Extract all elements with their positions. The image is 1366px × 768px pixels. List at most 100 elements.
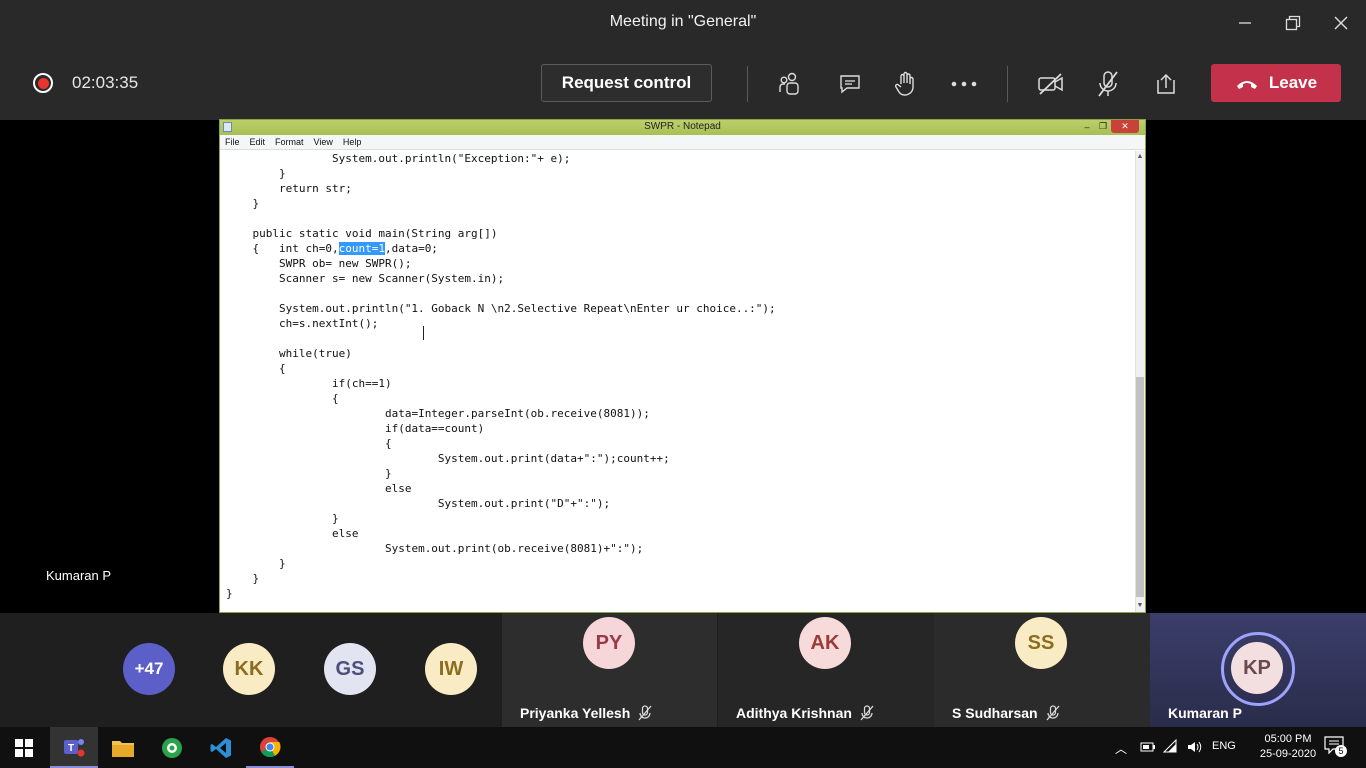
participant-name-text: Kumaran P xyxy=(1168,705,1242,721)
camera-toggle-button[interactable] xyxy=(1033,66,1069,102)
chat-button[interactable] xyxy=(832,66,868,102)
scroll-up-icon[interactable]: ▲ xyxy=(1136,153,1144,161)
scroll-down-icon[interactable]: ▼ xyxy=(1136,602,1144,610)
notepad-minimize-icon[interactable]: – xyxy=(1079,120,1095,133)
notepad-restore-icon[interactable]: ❐ xyxy=(1095,120,1111,133)
avatar: AK xyxy=(799,617,851,669)
wifi-icon xyxy=(1163,739,1177,753)
show-hidden-icons-icon[interactable]: ︿ xyxy=(1115,740,1127,757)
more-icon xyxy=(951,81,977,87)
hang-up-icon xyxy=(1236,81,1257,89)
language-indicator[interactable]: ENG xyxy=(1212,740,1236,752)
camera-off-icon xyxy=(1038,73,1063,95)
notepad-scrollbar[interactable]: ▲ ▼ xyxy=(1135,151,1145,612)
participant-name-text: Adithya Krishnan xyxy=(736,705,852,721)
taskbar-vscode[interactable] xyxy=(197,727,245,768)
menu-view[interactable]: View xyxy=(314,137,333,147)
recording-icon xyxy=(33,73,53,93)
close-icon xyxy=(1334,16,1348,30)
recorder-app-icon xyxy=(162,737,182,758)
code-text-after: ,data=0; SWPR ob= new SWPR(); Scanner s=… xyxy=(226,242,776,600)
more-participants-button[interactable]: +47 xyxy=(123,643,175,695)
avatar[interactable]: GS xyxy=(324,643,376,695)
start-button[interactable] xyxy=(0,727,48,768)
chat-icon xyxy=(840,75,860,94)
more-actions-button[interactable] xyxy=(946,66,982,102)
taskbar-camtasia[interactable] xyxy=(148,727,196,768)
avatar[interactable]: KK xyxy=(223,643,275,695)
window-title: Meeting in "General" xyxy=(609,13,757,30)
notepad-menu-bar: File Edit Format View Help xyxy=(220,135,1145,150)
avatar: KP xyxy=(1231,642,1283,694)
battery-icon xyxy=(1140,742,1155,752)
participant-name: Adithya Krishnan xyxy=(736,705,874,721)
source-code: System.out.println("Exception:"+ e); } r… xyxy=(226,151,776,601)
taskbar-file-explorer[interactable] xyxy=(99,727,147,768)
share-tray-icon xyxy=(1157,73,1175,94)
participant-name-text: S Sudharsan xyxy=(952,705,1038,721)
meeting-toolbar: 02:03:35 Request control Leave xyxy=(0,46,1366,120)
presenter-name: Kumaran P xyxy=(46,568,112,583)
menu-format[interactable]: Format xyxy=(275,137,304,147)
avatar: PY xyxy=(583,617,635,669)
leave-label: Leave xyxy=(1268,73,1318,92)
notepad-text-area[interactable]: System.out.println("Exception:"+ e); } r… xyxy=(220,151,1136,612)
title-bar: Meeting in "General" xyxy=(0,0,1366,46)
participant-tile-self[interactable]: KP Kumaran P xyxy=(1150,613,1366,727)
participant-name: Kumaran P xyxy=(1168,705,1242,721)
toolbar-divider xyxy=(747,66,748,102)
participant-strip: +47 KK GS IW PY Priyanka Yellesh AK Adit… xyxy=(0,613,1366,727)
close-button[interactable] xyxy=(1317,0,1365,46)
menu-file[interactable]: File xyxy=(225,137,240,147)
teams-icon: T xyxy=(64,738,85,756)
notification-count-badge: 5 xyxy=(1335,745,1347,757)
participant-name-text: Priyanka Yellesh xyxy=(520,705,631,721)
participant-tile[interactable]: SS S Sudharsan xyxy=(934,613,1150,727)
muted-mic-icon xyxy=(1046,705,1060,721)
menu-edit[interactable]: Edit xyxy=(250,137,266,147)
request-control-button[interactable]: Request control xyxy=(541,64,712,102)
minimize-button[interactable] xyxy=(1221,0,1269,46)
participant-name: S Sudharsan xyxy=(952,705,1060,721)
participant-tile[interactable]: PY Priyanka Yellesh xyxy=(502,613,717,727)
raise-hand-icon xyxy=(894,71,914,96)
vscode-icon xyxy=(210,737,231,758)
clock-time: 05:00 PM xyxy=(1264,733,1312,745)
leave-button[interactable]: Leave xyxy=(1211,64,1341,102)
shared-screen-notepad: SWPR - Notepad – ❐ ✕ File Edit Format Vi… xyxy=(219,119,1146,613)
share-button[interactable] xyxy=(1148,66,1184,102)
chrome-icon xyxy=(260,736,281,757)
avatar: SS xyxy=(1015,617,1067,669)
notepad-title: SWPR - Notepad xyxy=(644,121,721,132)
code-selection: count=1 xyxy=(338,242,385,255)
notepad-close-icon[interactable]: ✕ xyxy=(1111,120,1139,133)
avatar[interactable]: IW xyxy=(425,643,477,695)
restore-icon xyxy=(1285,15,1301,31)
toolbar-divider xyxy=(1007,66,1008,102)
meeting-timer: 02:03:35 xyxy=(72,73,139,92)
mic-toggle-button[interactable] xyxy=(1090,66,1126,102)
participant-tile[interactable]: AK Adithya Krishnan xyxy=(718,613,934,727)
participants-button[interactable] xyxy=(772,66,808,102)
muted-mic-icon xyxy=(638,705,652,721)
restore-button[interactable] xyxy=(1269,0,1317,46)
scroll-thumb[interactable] xyxy=(1136,377,1144,597)
text-cursor-icon xyxy=(423,326,428,340)
clock-date: 25-09-2020 xyxy=(1259,748,1317,760)
taskbar-chrome[interactable] xyxy=(246,727,294,768)
windows-taskbar: T ︿ ENG 05:00 PM 25-09-2020 5 xyxy=(0,727,1366,768)
muted-mic-icon xyxy=(860,705,874,721)
svg-text:T: T xyxy=(68,743,74,754)
system-clock[interactable]: 05:00 PM 25-09-2020 xyxy=(1252,732,1324,762)
participant-name: Priyanka Yellesh xyxy=(520,705,652,721)
action-center-button[interactable]: 5 xyxy=(1324,736,1348,758)
windows-logo-icon xyxy=(15,738,33,757)
minimize-icon xyxy=(1239,22,1251,24)
code-text-before: System.out.println("Exception:"+ e); } r… xyxy=(252,152,571,255)
taskbar-teams[interactable]: T xyxy=(50,727,98,768)
raise-hand-button[interactable] xyxy=(887,66,923,102)
menu-help[interactable]: Help xyxy=(343,137,362,147)
mic-off-icon xyxy=(1098,71,1118,97)
folder-icon xyxy=(112,740,134,757)
notepad-title-bar: SWPR - Notepad – ❐ ✕ xyxy=(220,120,1145,135)
